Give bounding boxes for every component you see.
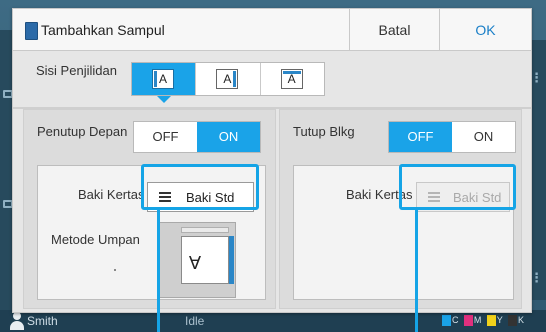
cancel-button[interactable]: Batal <box>349 9 439 51</box>
callout-line-back <box>415 210 418 332</box>
back-cover-label: Tutup Blkg <box>293 124 355 139</box>
add-cover-dialog: Tambahkan Sampul Batal OK Sisi Penjilida… <box>12 8 532 313</box>
paper-left-edge-icon: A <box>152 69 174 89</box>
feed-method-button[interactable]: A <box>158 222 236 298</box>
ink-label: M <box>473 315 482 325</box>
binding-side-label: Sisi Penjilidan <box>36 63 117 78</box>
cover-icon <box>25 22 38 40</box>
status-text: Idle <box>185 314 205 328</box>
back-cover-toggle: OFF ON <box>388 121 516 153</box>
status-bar: Smith Idle C M Y K <box>0 310 546 332</box>
paper-right-edge-icon: A <box>216 69 239 89</box>
ink-black-swatch <box>508 315 518 326</box>
dialog-titlebar: Tambahkan Sampul Batal OK <box>13 9 531 51</box>
front-cover-toggle: OFF ON <box>133 121 261 153</box>
ink-levels: C M Y K <box>440 315 524 327</box>
dot <box>114 269 116 271</box>
ok-button[interactable]: OK <box>439 9 531 51</box>
feed-edge-marker <box>229 236 234 284</box>
user-name[interactable]: Smith <box>27 314 58 328</box>
dialog-title: Tambahkan Sampul <box>41 22 165 38</box>
binding-side-selector: A A A <box>131 62 325 103</box>
right-panel-edge: ⋮ ⋮ <box>530 40 546 300</box>
binding-left-option[interactable]: A <box>132 63 197 103</box>
ink-yellow-swatch <box>486 315 496 326</box>
back-cover-on-button[interactable]: ON <box>452 122 515 152</box>
front-tray-label: Baki Kertas <box>78 187 145 202</box>
binding-top-option[interactable]: A <box>261 63 324 95</box>
front-cover-on-button[interactable]: ON <box>197 122 260 152</box>
binding-right-option[interactable]: A <box>196 63 261 95</box>
user-icon[interactable] <box>9 312 25 330</box>
ink-label: C <box>452 315 459 325</box>
back-cover-off-button[interactable]: OFF <box>389 122 452 152</box>
callout-line-front <box>157 210 160 332</box>
callout-highlight-back-tray <box>399 164 516 210</box>
feed-tray-edge <box>181 227 229 233</box>
front-cover-off-button[interactable]: OFF <box>134 122 197 152</box>
feed-method-label: Metode Umpan <box>51 232 140 247</box>
ink-magenta-swatch <box>463 315 473 326</box>
front-cover-label: Penutup Depan <box>37 124 128 139</box>
ink-label: K <box>518 315 525 325</box>
ink-label: Y <box>496 315 503 325</box>
feed-orientation-icon: A <box>181 236 229 284</box>
callout-highlight-front-tray <box>141 164 259 210</box>
binding-side-row: Sisi Penjilidan A A A <box>13 51 531 107</box>
ink-cyan-swatch <box>442 315 451 326</box>
paper-top-edge-icon: A <box>280 69 303 89</box>
